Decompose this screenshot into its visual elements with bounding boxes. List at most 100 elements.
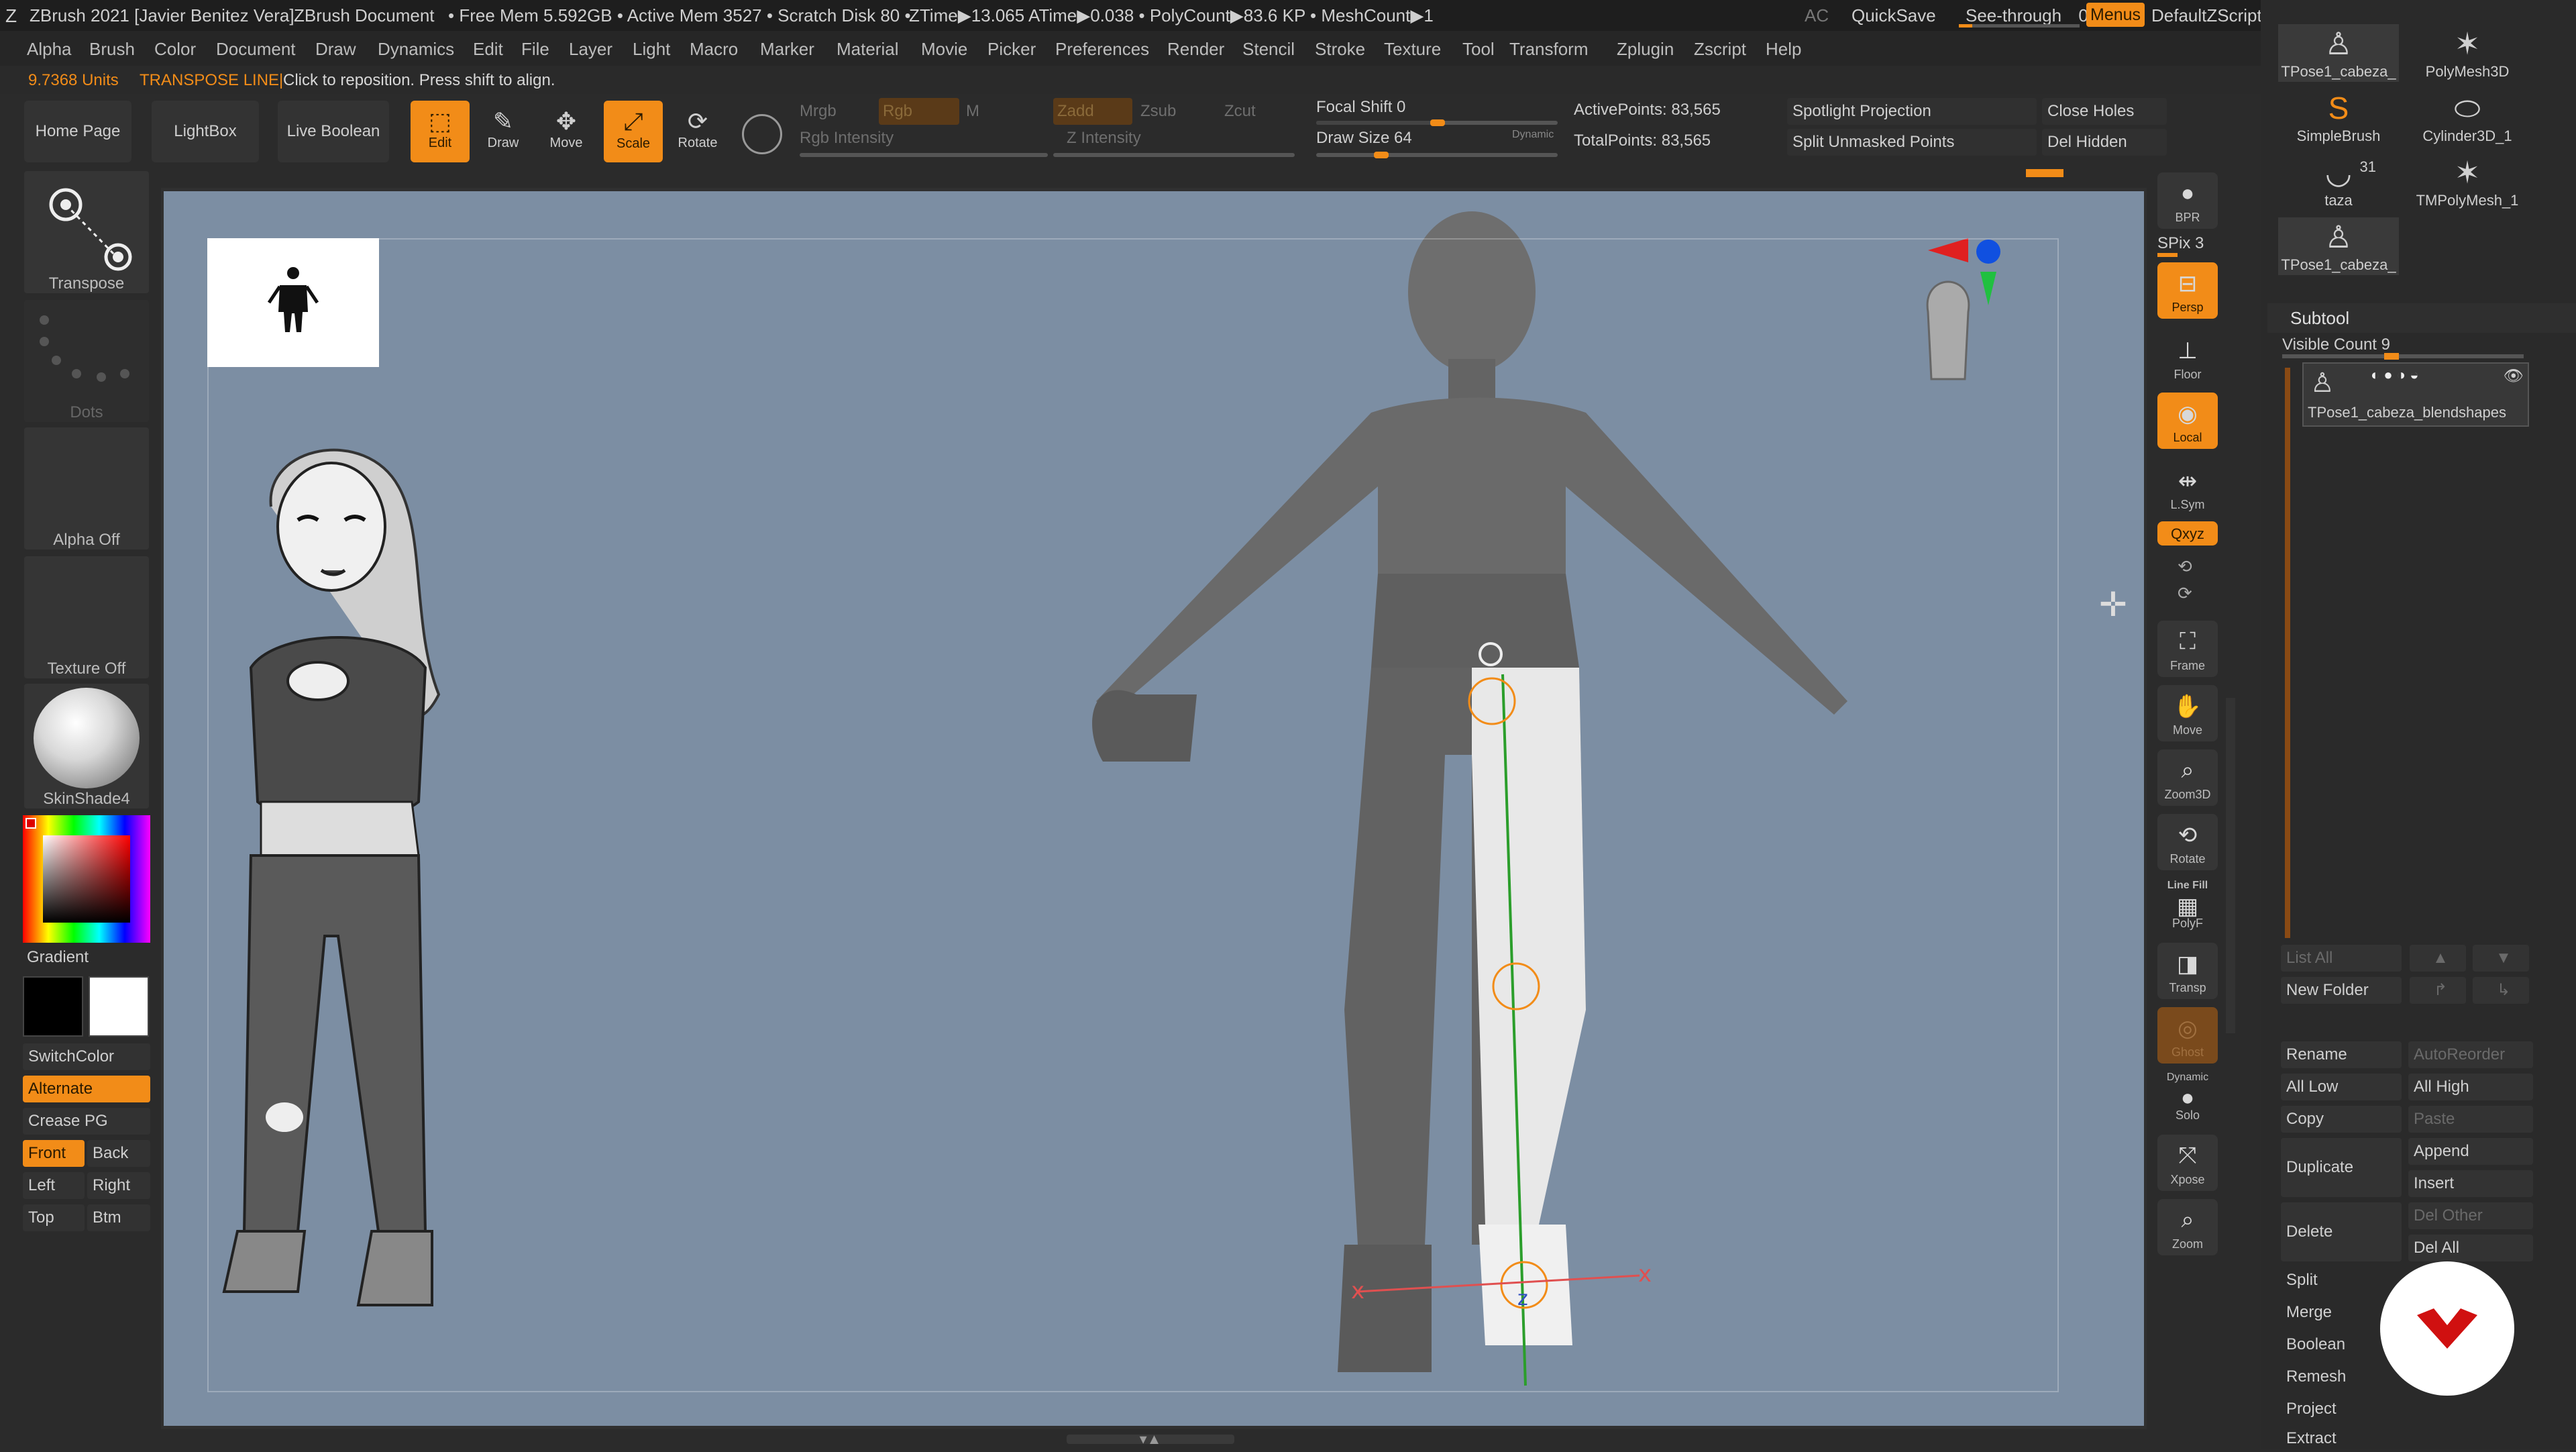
rgb-intensity-label[interactable]: Rgb Intensity [800,129,894,148]
del-other-button[interactable]: Del Other [2408,1202,2533,1229]
menu-file[interactable]: File [521,39,549,60]
switchcolor-button[interactable]: SwitchColor [23,1043,150,1070]
menu-zplugin[interactable]: Zplugin [1617,39,1674,60]
sphere-brush-icon[interactable] [742,114,782,154]
draw-button[interactable]: ✎ Draw [474,101,533,162]
paste-button[interactable]: Paste [2408,1106,2533,1133]
menu-brush[interactable]: Brush [89,39,135,60]
menu-stroke[interactable]: Stroke [1315,39,1365,60]
menu-stencil[interactable]: Stencil [1242,39,1295,60]
project-section[interactable]: Project [2281,1396,2549,1422]
duplicate-button[interactable]: Duplicate [2281,1138,2402,1197]
menu-material[interactable]: Material [837,39,898,60]
xpose-button[interactable]: ⤧ Xpose [2157,1135,2218,1191]
del-all-button[interactable]: Del All [2408,1235,2533,1261]
insert-button[interactable]: Insert [2408,1170,2533,1197]
visible-count-readout[interactable]: Visible Count 9 [2282,335,2390,354]
menu-document[interactable]: Document [216,39,296,60]
solo-button[interactable]: Dynamic ● Solo [2157,1070,2218,1127]
draw-size-slider[interactable] [1316,152,1558,158]
xyz-button[interactable]: Qxyz [2157,521,2218,546]
move-down-icon[interactable]: ▼ [2473,945,2529,972]
tool-cylinder3d[interactable]: ⬭ Cylinder3D_1 [2407,89,2528,146]
draw-size-label[interactable]: Draw Size 64 [1316,129,1412,148]
tool-simplebrush[interactable]: S SimpleBrush [2278,89,2399,146]
menu-zscript[interactable]: Zscript [1694,39,1746,60]
scale-button[interactable]: ⤢ Scale [604,101,663,162]
lightbox-button[interactable]: LightBox [152,101,259,162]
menus-toggle[interactable]: Menus [2086,3,2145,27]
rotate-view-button[interactable]: ⟲ Rotate [2157,814,2218,870]
autoreorder-button[interactable]: AutoReorder [2408,1041,2533,1068]
lsym-button[interactable]: ⇹ L.Sym [2157,460,2218,516]
right-view-button[interactable]: Right [87,1172,150,1199]
subtool-scrollbar[interactable] [2285,368,2290,938]
extract-section[interactable]: Extract [2281,1425,2549,1452]
menu-macro[interactable]: Macro [690,39,738,60]
local-button[interactable]: ◉ Local [2157,393,2218,449]
menu-render[interactable]: Render [1167,39,1224,60]
color-square[interactable] [43,835,130,923]
tool-tpose-b[interactable]: ♙ TPose1_cabeza_ [2278,217,2399,275]
gradient-label[interactable]: Gradient [27,948,89,967]
texture-thumb[interactable]: Texture Off [24,556,149,678]
menu-tool[interactable]: Tool [1462,39,1495,60]
move-button[interactable]: ✥ Move [537,101,596,162]
dynamic-label[interactable]: Dynamic [1512,129,1554,141]
main-color-swatch[interactable] [25,818,36,829]
zoom-button[interactable]: ⌕ Zoom [2157,1199,2218,1255]
menu-movie[interactable]: Movie [921,39,967,60]
rotate-axis-icon[interactable]: ⟲ [2178,556,2192,577]
tool-tpose-a[interactable]: ♙ TPose1_cabeza_ [2278,24,2399,82]
left-view-button[interactable]: Left [23,1172,85,1199]
back-view-button[interactable]: Back [87,1140,150,1167]
new-folder-button[interactable]: New Folder [2281,977,2402,1004]
menu-layer[interactable]: Layer [569,39,612,60]
material-thumb[interactable]: SkinShade4 [24,684,149,809]
tool-polymesh3d[interactable]: ✶ PolyMesh3D [2407,24,2528,82]
append-button[interactable]: Append [2408,1138,2533,1165]
stroke-dots-thumb[interactable]: Dots [24,300,149,422]
spotlight-projection-button[interactable]: Spotlight Projection [1787,98,2037,125]
bottom-view-button[interactable]: Btm [87,1204,150,1231]
menu-transform[interactable]: Transform [1509,39,1589,60]
del-hidden-button[interactable]: Del Hidden [2042,129,2167,156]
menu-preferences[interactable]: Preferences [1055,39,1149,60]
subtool-header[interactable]: Subtool [2267,303,2576,333]
viewport-canvas[interactable]: x x z ✛ [164,191,2144,1426]
persp-button[interactable]: ⊟ Persp [2157,262,2218,319]
menu-texture[interactable]: Texture [1384,39,1441,60]
visibility-eye-icon[interactable]: 👁 [2504,366,2524,386]
crease-pg-button[interactable]: Crease PG [23,1108,150,1135]
all-high-button[interactable]: All High [2408,1074,2533,1100]
menu-alpha[interactable]: Alpha [27,39,72,60]
tool-tmpolymesh[interactable]: ✶ TMPolyMesh_1 [2407,153,2528,211]
menu-edit[interactable]: Edit [473,39,503,60]
rotate-button[interactable]: ⟳ Rotate [668,101,727,162]
floor-button[interactable]: ⊥ Floor [2157,329,2218,386]
menu-help[interactable]: Help [1766,39,1801,60]
shelf-splitter[interactable] [2226,698,2235,1033]
front-view-button[interactable]: Front [23,1140,85,1167]
focal-shift-label[interactable]: Focal Shift 0 [1316,98,1405,117]
canvas-bottom-scroll-handle[interactable]: ▾▲ [1067,1432,1234,1447]
alternate-button[interactable]: Alternate [23,1076,150,1102]
arrow-right-icon[interactable]: ↱ [2410,977,2466,1004]
ac-label[interactable]: AC [1805,5,1829,26]
quicksave-button[interactable]: QuickSave [1851,5,1936,26]
alpha-thumb[interactable]: Alpha Off [24,427,149,550]
primary-color-swatch[interactable] [89,976,149,1037]
edit-button[interactable]: ⬚ Edit [411,101,470,162]
z-intensity-slider[interactable] [1053,153,1295,157]
rgb-button[interactable]: Rgb [879,98,959,125]
spix-setting[interactable]: SPix 3 [2157,234,2204,253]
m-button[interactable]: M [966,102,979,121]
default-zscript[interactable]: DefaultZScript [2151,5,2262,26]
all-low-button[interactable]: All Low [2281,1074,2402,1100]
menu-draw[interactable]: Draw [315,39,356,60]
zcut-button[interactable]: Zcut [1224,102,1256,121]
ghost-button[interactable]: ◎ Ghost [2157,1007,2218,1064]
subtool-item[interactable]: ♙ ◐ ● ◑ ◒ 👁 TPose1_cabeza_blendshapes [2302,362,2529,427]
z-intensity-label[interactable]: Z Intensity [1067,129,1141,148]
polyf-button[interactable]: Line Fill ▦ PolyF [2157,878,2218,935]
